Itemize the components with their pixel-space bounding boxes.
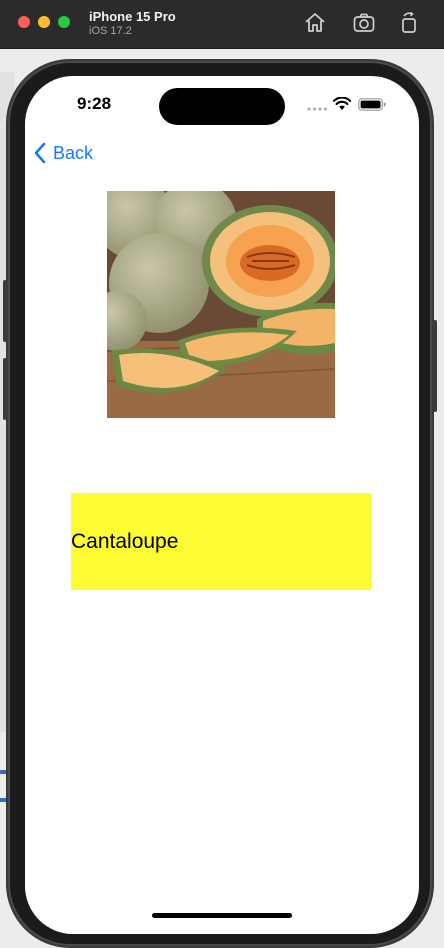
chevron-left-icon (34, 142, 46, 164)
back-button[interactable]: Back (33, 140, 93, 166)
device-name: iPhone 15 Pro (89, 9, 176, 24)
close-window-button[interactable] (18, 16, 30, 28)
home-indicator[interactable] (152, 913, 292, 918)
fruit-name-box: Cantaloupe (71, 493, 371, 590)
rotate-icon[interactable] (397, 11, 421, 35)
fruit-name-label: Cantaloupe (71, 529, 179, 553)
status-time: 9:28 (77, 94, 112, 113)
zoom-window-button[interactable] (58, 16, 70, 28)
cantaloupe-image (107, 191, 335, 418)
os-version: iOS 17.2 (89, 25, 132, 37)
device-screen: 9:28 Back Cantaloupe (25, 76, 419, 934)
minimize-window-button[interactable] (38, 16, 50, 28)
battery-icon (358, 98, 386, 111)
side-button (3, 358, 7, 420)
dynamic-island (159, 88, 285, 125)
power-button (433, 320, 437, 412)
side-button (3, 280, 7, 342)
signal-icon (307, 107, 328, 111)
wifi-icon (333, 97, 351, 110)
home-icon[interactable] (303, 11, 327, 35)
back-button-label: Back (53, 142, 94, 163)
simulator-titlebar: iPhone 15 Pro iOS 17.2 (0, 0, 444, 49)
screenshot-icon[interactable] (352, 11, 376, 35)
